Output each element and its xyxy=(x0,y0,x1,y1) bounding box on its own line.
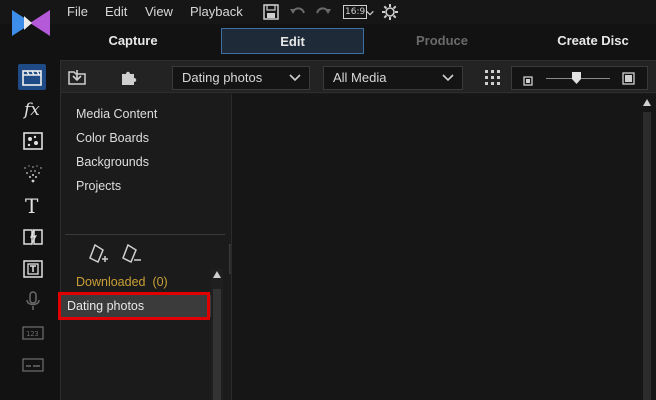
chevron-down-icon[interactable] xyxy=(365,5,377,23)
grid-view-icon[interactable] xyxy=(483,68,505,88)
media-filter-value: All Media xyxy=(333,70,387,85)
media-room-icon[interactable] xyxy=(18,64,46,90)
redo-icon[interactable] xyxy=(314,3,332,21)
transition-icon[interactable] xyxy=(20,224,46,250)
subtitle-icon[interactable] xyxy=(20,256,46,282)
menu-view[interactable]: View xyxy=(145,4,173,19)
pip-icon[interactable] xyxy=(20,128,46,154)
small-thumbnail-icon[interactable] xyxy=(523,73,533,91)
menu-file[interactable]: File xyxy=(67,4,88,19)
chapter-icon[interactable]: 123 xyxy=(20,320,46,346)
svg-text:T: T xyxy=(25,194,39,216)
mode-capture[interactable]: Capture xyxy=(80,28,186,54)
media-filter-dropdown[interactable]: All Media xyxy=(323,66,463,90)
undo-icon[interactable] xyxy=(289,3,307,21)
tree-item-color-boards[interactable]: Color Boards xyxy=(76,131,149,145)
selection-highlight-box xyxy=(58,292,210,320)
scroll-up-icon[interactable] xyxy=(643,99,651,106)
scroll-up-icon[interactable] xyxy=(213,271,221,278)
subtitle-room-icon[interactable] xyxy=(20,352,46,378)
tag-dropdown-value: Dating photos xyxy=(182,70,263,85)
aspect-ratio-button[interactable]: 16:9 xyxy=(343,5,368,19)
menu-playback[interactable]: Playback xyxy=(190,4,243,19)
content-scrollbar[interactable] xyxy=(640,94,654,400)
thumbnail-size-slider[interactable] xyxy=(511,66,648,90)
media-content-area[interactable] xyxy=(231,94,656,400)
title-icon[interactable]: T xyxy=(20,192,46,218)
app-logo-icon xyxy=(10,8,52,38)
tree-divider xyxy=(65,234,225,235)
particle-icon[interactable] xyxy=(20,160,46,186)
chevron-down-icon xyxy=(289,74,301,82)
add-tag-icon[interactable] xyxy=(86,242,110,266)
svg-text:123: 123 xyxy=(26,330,39,338)
fx-icon[interactable]: fx xyxy=(20,96,46,122)
menu-bar: File Edit View Playback 16:9 xyxy=(0,0,656,36)
library-toolbar: Dating photos All Media xyxy=(61,61,656,93)
tag-dropdown[interactable]: Dating photos xyxy=(172,66,310,90)
room-toolbar: fx T 123 xyxy=(0,60,60,400)
settings-gear-icon[interactable] xyxy=(381,3,399,21)
library-panel: Dating photos All Media Media Content Co… xyxy=(58,60,656,400)
mode-bar: Capture Edit Produce Create Disc xyxy=(60,28,656,58)
large-thumbnail-icon[interactable] xyxy=(622,72,635,90)
mode-create-disc[interactable]: Create Disc xyxy=(538,28,648,54)
plugin-icon[interactable] xyxy=(118,67,140,87)
library-tree: Media Content Color Boards Backgrounds P… xyxy=(58,94,229,400)
import-media-icon[interactable] xyxy=(67,67,89,87)
slider-thumb[interactable] xyxy=(572,72,581,84)
mode-edit[interactable]: Edit xyxy=(221,28,364,54)
scrollbar-thumb[interactable] xyxy=(213,289,221,400)
tree-item-backgrounds[interactable]: Backgrounds xyxy=(76,155,149,169)
svg-text:fx: fx xyxy=(22,100,40,120)
microphone-icon[interactable] xyxy=(20,288,46,314)
remove-tag-icon[interactable] xyxy=(119,242,143,266)
tree-item-projects[interactable]: Projects xyxy=(76,179,121,193)
tag-list-scrollbar[interactable] xyxy=(211,269,223,400)
tree-item-downloaded[interactable]: Downloaded (0) xyxy=(76,275,168,289)
chevron-down-icon xyxy=(442,74,454,82)
save-icon[interactable] xyxy=(262,3,280,21)
mode-produce[interactable]: Produce xyxy=(390,28,494,54)
scrollbar-thumb[interactable] xyxy=(643,112,651,400)
menu-edit[interactable]: Edit xyxy=(105,4,127,19)
tree-item-media-content[interactable]: Media Content xyxy=(76,107,157,121)
